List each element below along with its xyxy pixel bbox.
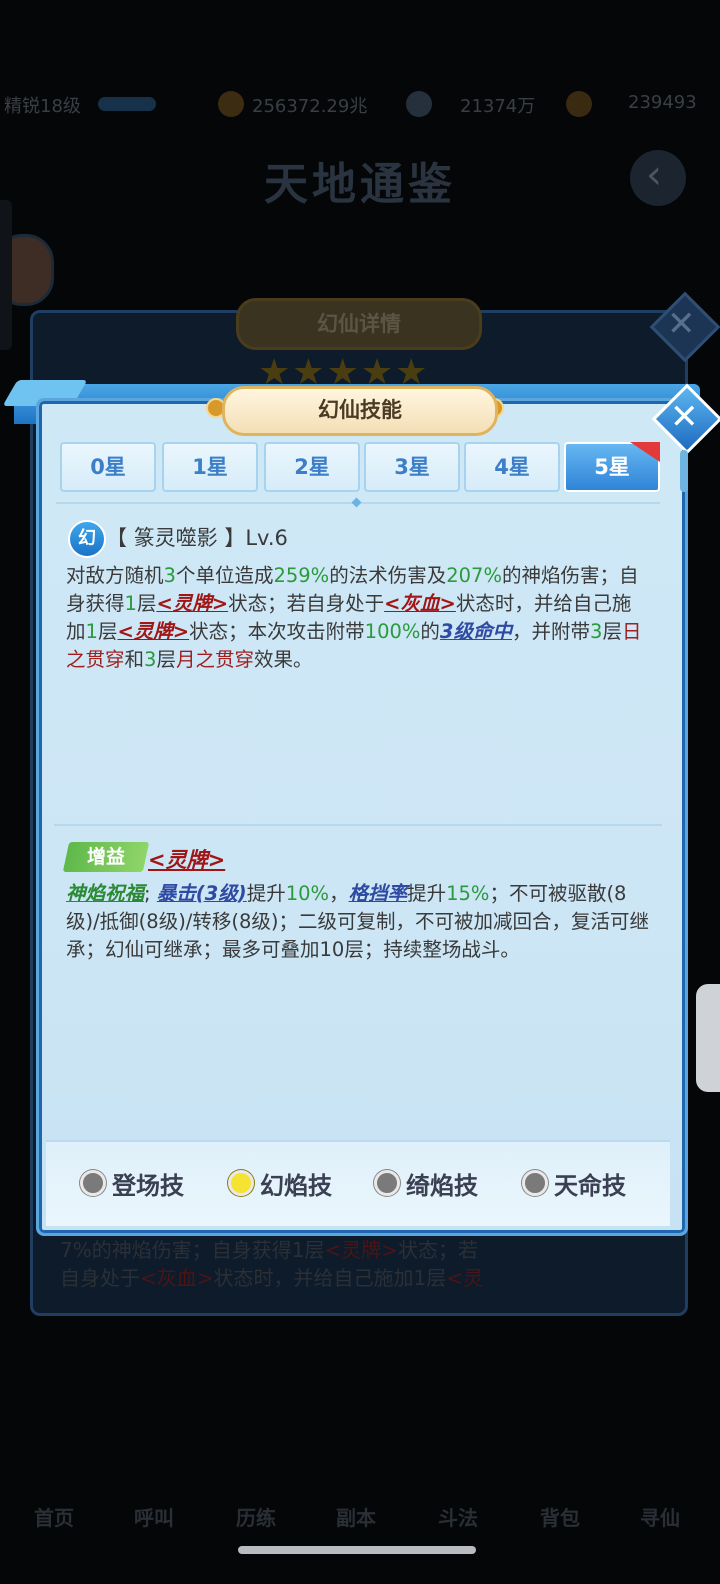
text-segment: 3 [144, 648, 157, 671]
text-segment: 层 [136, 592, 157, 615]
text-segment: 的法术伤害及 [329, 564, 447, 587]
tab-2-star[interactable]: 2星 [264, 442, 360, 492]
back-button [630, 150, 686, 206]
text-segment: 3 [163, 564, 176, 587]
currency2-amount: 21374万 [460, 96, 536, 117]
skill-type-icon: 幻 [68, 520, 106, 558]
text-segment: 提升 [246, 882, 286, 905]
text-segment[interactable]: 3级命中 [440, 620, 512, 643]
nav-item: 斗法 [438, 1506, 478, 1530]
section-divider [54, 824, 662, 826]
tab-5-star[interactable]: 5星 [564, 442, 660, 492]
level-progress-bar [98, 97, 156, 111]
close-icon[interactable]: ✕ [670, 397, 699, 437]
currency2-icon [406, 91, 432, 117]
gold-amount: 256372.29兆 [252, 96, 368, 117]
nav-item: 首页 [34, 1506, 74, 1530]
radio-label: 绮焰技 [406, 1171, 478, 1200]
nav-item: 寻仙 [640, 1506, 680, 1530]
radio-dot [374, 1170, 400, 1196]
buff-tag: 增益 [62, 842, 150, 872]
radio-label: 登场技 [112, 1171, 184, 1200]
screen-title: 天地通鉴 [264, 159, 456, 210]
currency3-icon [566, 91, 592, 117]
buff-name[interactable]: <灵牌> [148, 844, 225, 874]
text-segment: 100% [364, 620, 421, 643]
radio-brocade-flame-skill[interactable]: 绮焰技 [374, 1168, 478, 1200]
dim-desc-line1: 7%的神焰伤害；自身获得1层<灵牌>状态；若 [60, 1238, 478, 1262]
buff-description: 神焰祝福; 暴击(3级)提升10%，格挡率提升15%；不可被驱散(8级)/抵御(… [66, 880, 656, 964]
text-segment[interactable]: 格挡率 [349, 882, 408, 905]
text-segment[interactable]: 神焰祝福 [66, 882, 144, 905]
text-segment: 1 [124, 592, 137, 615]
text-segment: 207% [446, 564, 502, 587]
text-segment: 层 [156, 648, 176, 671]
text-segment: 月之贯穿 [175, 648, 254, 671]
text-segment: 的 [420, 620, 440, 643]
radio-destiny-skill[interactable]: 天命技 [522, 1168, 626, 1200]
tab-4-star[interactable]: 4星 [464, 442, 560, 492]
dim-desc-line2: 自身处于<灰血>状态时，并给自己施加1层<灵 [60, 1266, 484, 1290]
text-segment: ; [144, 882, 157, 905]
text-segment: 状态；若自身处于 [228, 592, 385, 615]
text-segment[interactable]: <灵牌> [156, 592, 228, 615]
radio-label: 幻焰技 [260, 1171, 332, 1200]
text-segment[interactable]: 暴击(3级) [157, 882, 247, 905]
skill-description: 对敌方随机3个单位造成259%的法术伤害及207%的神焰伤害；自身获得1层<灵牌… [66, 562, 646, 674]
nav-item: 历练 [236, 1506, 276, 1530]
text-segment: 层 [97, 620, 118, 643]
text-segment: 效果。 [253, 648, 313, 671]
text-segment: ，并附带 [512, 620, 591, 643]
text-segment: 提升 [407, 882, 447, 905]
nav-item: 副本 [336, 1506, 376, 1530]
resource-bar: 精锐18级 256372.29兆 21374万 239493 [0, 88, 720, 122]
dialog-title: 幻仙技能 [222, 386, 498, 436]
side-drawer-handle[interactable] [696, 984, 720, 1092]
radio-label: 天命技 [554, 1171, 626, 1200]
text-segment: 3 [590, 620, 603, 643]
tab-1-star[interactable]: 1星 [162, 442, 258, 492]
star-tabs: 0星 1星 2星 3星 4星 5星 [60, 442, 660, 492]
tab-5-star-label: 5星 [594, 455, 630, 479]
bottom-nav: 首页 呼叫 历练 副本 斗法 背包 寻仙 [0, 1440, 720, 1530]
radio-dot-selected [228, 1170, 254, 1196]
text-segment: 个单位造成 [175, 564, 274, 587]
home-indicator[interactable] [238, 1546, 476, 1554]
radio-phantom-flame-skill[interactable]: 幻焰技 [228, 1168, 332, 1200]
text-segment: 15% [446, 882, 490, 905]
tab-0-star[interactable]: 0星 [60, 442, 156, 492]
text-segment: 和 [124, 648, 145, 671]
text-segment: 10% [285, 882, 330, 905]
nav-item: 呼叫 [134, 1506, 174, 1530]
currency3-amount: 239493 [628, 92, 697, 113]
text-segment: 259% [273, 564, 330, 587]
nav-item: 背包 [540, 1506, 580, 1530]
radio-entrance-skill[interactable]: 登场技 [80, 1168, 184, 1200]
left-edge-tab [0, 200, 12, 350]
tab-3-star[interactable]: 3星 [364, 442, 460, 492]
gold-icon [218, 91, 244, 117]
detail-title: 幻仙详情 [236, 298, 482, 350]
radio-dot [522, 1170, 548, 1196]
active-tab-marker [630, 442, 660, 462]
text-segment: 1 [85, 620, 98, 643]
level-text: 精锐18级 [4, 96, 81, 117]
text-segment[interactable]: <灵牌> [117, 620, 189, 643]
text-segment: ， [329, 882, 349, 905]
skill-name: 【 篆灵噬影 】Lv.6 [106, 526, 288, 550]
text-segment: 状态；本次攻击附带 [189, 620, 365, 643]
text-segment: 对敌方随机 [66, 564, 164, 587]
tassel-ornament [680, 450, 688, 492]
close-icon: ✕ [667, 304, 696, 344]
radio-dot [80, 1170, 106, 1196]
text-segment: 层 [602, 620, 622, 643]
text-segment[interactable]: <灰血> [384, 592, 456, 615]
